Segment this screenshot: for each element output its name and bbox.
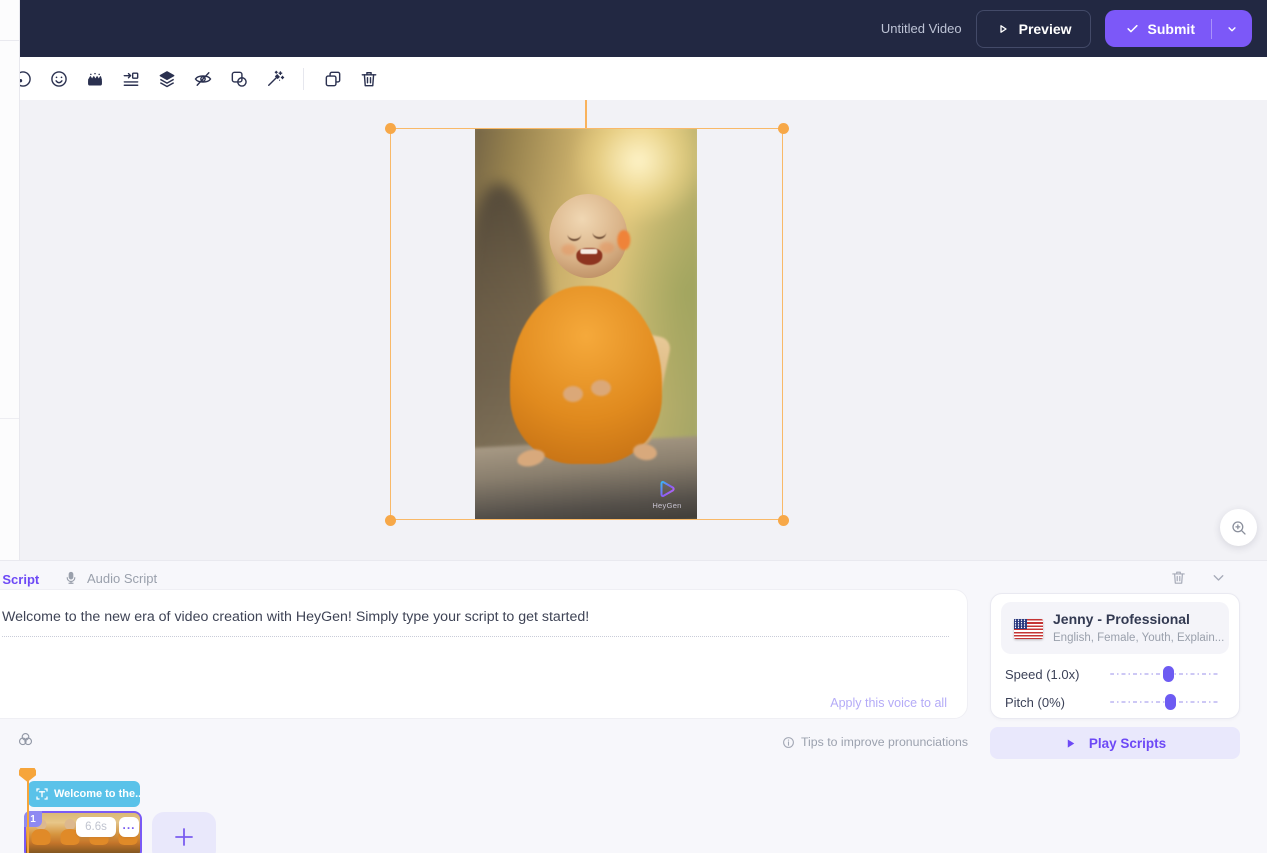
sidebar-edge (0, 0, 20, 560)
microphone-icon (64, 570, 78, 586)
play-outline-icon (995, 21, 1011, 37)
tab-text-script[interactable]: Text Script (0, 572, 39, 587)
speed-label: Speed (1.0x) (1005, 667, 1079, 682)
pitch-slider-thumb[interactable] (1165, 694, 1176, 710)
collapse-panel-icon[interactable] (1210, 569, 1227, 586)
effects-icon[interactable] (84, 68, 105, 89)
preview-button[interactable]: Preview (976, 10, 1091, 48)
emoji-icon[interactable] (48, 68, 69, 89)
timeline: Welcome to the... 1 6.6s ... (0, 765, 1267, 853)
playhead-line (27, 780, 29, 853)
speed-slider-thumb[interactable] (1163, 666, 1174, 682)
duplicate-icon[interactable] (322, 68, 343, 89)
layers-icon[interactable] (156, 68, 177, 89)
zoom-in-button[interactable] (1220, 509, 1257, 546)
voice-traits: English, Female, Youth, Explain... (1053, 632, 1224, 644)
monk-hand (591, 380, 611, 396)
clip-more-button[interactable]: ... (119, 817, 139, 837)
video-title[interactable]: Untitled Video (881, 21, 962, 36)
voice-name: Jenny - Professional (1053, 611, 1190, 627)
top-navbar: Untitled Video Preview Submit (20, 0, 1267, 57)
monk-eye (567, 232, 581, 241)
tab-audio-label: Audio Script (87, 571, 157, 586)
submit-button[interactable]: Submit (1105, 10, 1211, 47)
magic-wand-icon[interactable] (264, 68, 285, 89)
selection-handle-top-right[interactable] (778, 123, 789, 134)
pitch-label: Pitch (0%) (1005, 695, 1065, 710)
selection-handle-bottom-right[interactable] (778, 515, 789, 526)
monk-ear (617, 230, 630, 250)
group-icon[interactable] (228, 68, 249, 89)
caption-label: Welcome to the... (54, 788, 140, 800)
monk-hand (563, 386, 583, 402)
add-scene-button[interactable] (152, 812, 216, 853)
element-toolbar (20, 57, 1267, 100)
caption-chip[interactable]: Welcome to the... (28, 781, 140, 807)
delete-icon[interactable] (358, 68, 379, 89)
submit-dropdown-button[interactable] (1212, 10, 1252, 47)
transition-icon[interactable] (120, 68, 141, 89)
monk-mouth (576, 248, 602, 265)
submit-split-button: Submit (1105, 10, 1252, 47)
sidebar-divider (0, 40, 19, 41)
script-underline (2, 636, 949, 637)
script-panel: Text Script Audio Script Welcome to the … (0, 560, 1267, 765)
pitch-slider[interactable] (1110, 701, 1219, 703)
preview-label: Preview (1019, 21, 1072, 37)
info-icon (782, 736, 795, 749)
pitch-slider-row: Pitch (0%) (1005, 693, 1229, 711)
gpt-script-icon[interactable] (17, 731, 34, 748)
script-panel-footer: Tips to improve pronunciations Play Scri… (0, 727, 1267, 759)
speed-slider[interactable] (1110, 673, 1219, 675)
video-canvas[interactable]: HeyGen (20, 100, 1267, 560)
speed-slider-row: Speed (1.0x) (1005, 665, 1229, 683)
pronunciation-tips-link[interactable]: Tips to improve pronunciations (782, 735, 968, 749)
toolbar-separator (303, 68, 304, 90)
heygen-watermark: HeyGen (645, 478, 689, 510)
submit-label: Submit (1148, 21, 1195, 37)
play-scripts-button[interactable]: Play Scripts (990, 727, 1240, 759)
delete-scene-script-icon[interactable] (1170, 569, 1187, 586)
text-scene-icon (36, 788, 48, 800)
script-text[interactable]: Welcome to the new era of video creation… (2, 608, 949, 627)
selection-stem (585, 99, 587, 128)
monk-eye (592, 230, 606, 239)
apply-voice-to-all-link[interactable]: Apply this voice to all (830, 696, 947, 710)
monk-cheek (561, 244, 576, 255)
heygen-editor: Untitled Video Preview Submit (0, 0, 1267, 853)
script-editor[interactable]: Welcome to the new era of video creation… (0, 589, 968, 719)
tab-audio-script[interactable]: Audio Script (64, 570, 157, 586)
monk-head (549, 194, 627, 278)
hide-icon[interactable] (192, 68, 213, 89)
check-icon (1125, 21, 1140, 36)
monk-robe (510, 286, 662, 464)
us-flag-icon (1014, 619, 1043, 639)
duration-badge: 6.6s (76, 817, 116, 837)
avatar-image[interactable]: HeyGen (475, 128, 697, 520)
play-icon (1064, 737, 1077, 750)
voice-settings-card: Jenny - Professional English, Female, Yo… (990, 593, 1240, 719)
sidebar-divider (0, 418, 19, 419)
selection-handle-bottom-left[interactable] (385, 515, 396, 526)
watermark-label: HeyGen (645, 501, 689, 510)
chevron-down-icon (1225, 22, 1239, 36)
voice-selector[interactable]: Jenny - Professional English, Female, Yo… (1001, 602, 1229, 654)
tips-label: Tips to improve pronunciations (801, 735, 968, 749)
play-scripts-label: Play Scripts (1089, 736, 1166, 751)
selection-handle-top-left[interactable] (385, 123, 396, 134)
